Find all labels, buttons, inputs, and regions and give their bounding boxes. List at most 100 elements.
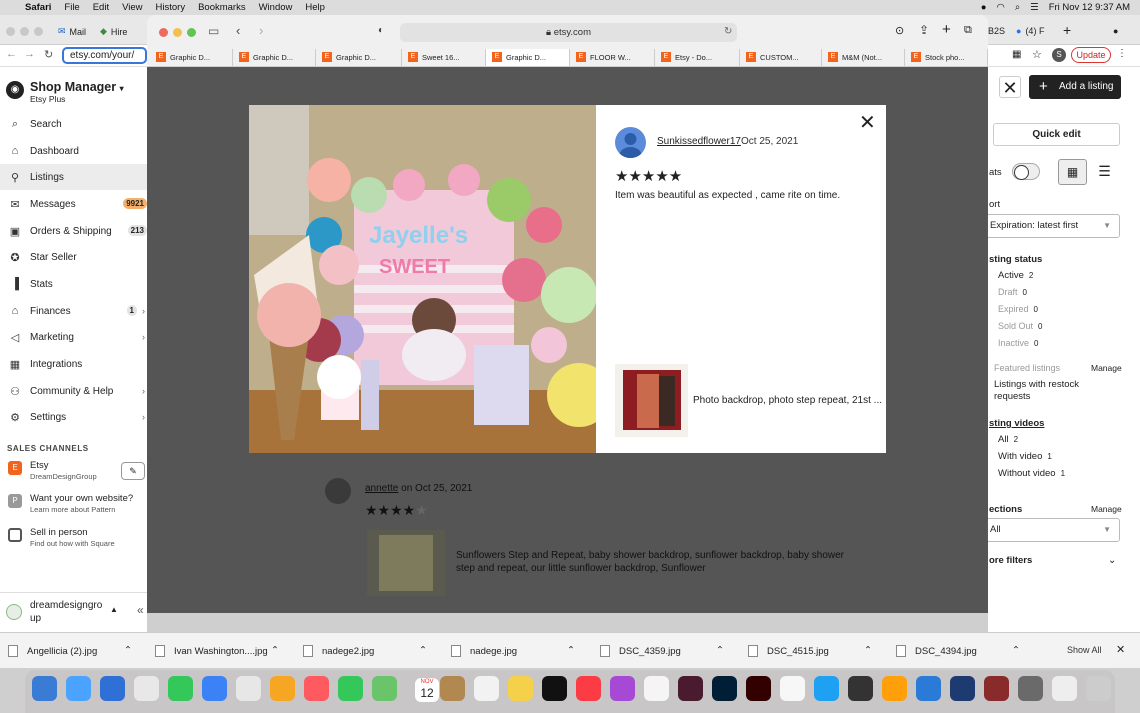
preview-app-icon[interactable] (916, 676, 941, 701)
indesign-app-icon[interactable] (678, 676, 703, 701)
nav-community[interactable]: ⚇ Community & Help › (0, 378, 147, 404)
messages-app-icon[interactable] (168, 676, 193, 701)
control-center-icon[interactable]: ☰ (1030, 2, 1039, 13)
reviewer-name-link[interactable]: Sunkissedflower17 (657, 136, 741, 147)
chevron-up-icon[interactable]: ⌃ (124, 645, 132, 656)
chrome-app-icon[interactable] (134, 676, 159, 701)
back-window-controls[interactable] (6, 27, 43, 36)
nav-star-seller[interactable]: ✪ Star Seller (0, 244, 147, 270)
download-item[interactable]: Ivan Washington....jpg (155, 645, 268, 657)
back-tab-menu-icon[interactable]: ● (1113, 26, 1118, 36)
menu-history[interactable]: History (156, 2, 186, 13)
nav-orders[interactable]: ▣ Orders & Shipping 213 (0, 218, 147, 244)
system-preferences-app-icon[interactable] (848, 676, 873, 701)
menu-file[interactable]: File (64, 2, 79, 13)
nav-settings[interactable]: ⚙ Settings › (0, 404, 147, 430)
download-item[interactable]: Angellicia (2).jpg (8, 645, 97, 657)
front-url-field[interactable]: 🔒︎ etsy.com (400, 23, 737, 42)
numbers-app-icon[interactable] (338, 676, 363, 701)
front-tab-2[interactable]: E Graphic D... (233, 49, 316, 66)
back-tab-hire[interactable]: ◆ Hire (100, 26, 127, 37)
nav-dashboard[interactable]: ⌂ Dashboard (0, 138, 147, 164)
back-url-field[interactable]: etsy.com/your/ (62, 47, 147, 64)
chevron-up-icon[interactable]: ⌃ (567, 645, 575, 656)
new-tab-button[interactable]: + (1063, 22, 1071, 38)
download-item[interactable]: DSC_4515.jpg (748, 645, 829, 657)
chevron-up-icon[interactable]: ⌃ (1012, 645, 1020, 656)
videos-without-video[interactable]: Without video 1 (998, 468, 1065, 479)
collapse-sidebar-button[interactable]: « (137, 603, 144, 617)
nav-integrations[interactable]: ▦ Integrations (0, 351, 147, 377)
forward-arrow-icon[interactable]: › (259, 23, 263, 38)
finder-app-icon[interactable] (32, 676, 57, 701)
quick-edit-button[interactable]: Quick edit (993, 123, 1120, 146)
back-arrow-icon[interactable]: ‹ (236, 23, 240, 38)
front-tab-8[interactable]: E CUSTOM... (740, 49, 822, 66)
stats-toggle[interactable] (1012, 163, 1040, 180)
wallet-app-icon[interactable] (372, 676, 397, 701)
window-close-button[interactable] (159, 28, 168, 37)
reviewer-name-link[interactable]: annette (365, 483, 398, 494)
acrobat-app-icon[interactable] (984, 676, 1009, 701)
list-view-button[interactable]: ☰ (1090, 159, 1119, 185)
nav-marketing[interactable]: ◁ Marketing › (0, 324, 147, 350)
front-tab-1[interactable]: E Graphic D... (150, 49, 233, 66)
more-filters-toggle[interactable]: ore filters (989, 555, 1032, 566)
safari-app-icon[interactable] (100, 676, 125, 701)
bookmark-star-icon[interactable]: ☆ (1032, 48, 1042, 61)
contacts-app-icon[interactable] (440, 676, 465, 701)
edit-pencil-icon[interactable]: ✎ (121, 462, 145, 480)
menu-edit[interactable]: Edit (93, 2, 109, 13)
photoshop-app-icon[interactable] (712, 676, 737, 701)
update-button[interactable]: Update (1071, 47, 1111, 63)
photos-app-icon[interactable] (270, 676, 295, 701)
download-item[interactable]: DSC_4359.jpg (600, 645, 681, 657)
front-tab-9[interactable]: E M&M (Not... (822, 49, 905, 66)
status-sold-out[interactable]: Sold Out 0 (998, 321, 1042, 331)
window-zoom-button[interactable] (187, 28, 196, 37)
sort-select[interactable]: Expiration: latest first ▼ (985, 214, 1120, 238)
podcasts-app-icon[interactable] (610, 676, 635, 701)
videos-all[interactable]: All 2 (998, 434, 1018, 445)
grid-view-button[interactable]: ▦ (1058, 159, 1087, 185)
chevron-up-icon[interactable]: ⌃ (716, 645, 724, 656)
more-menu-icon[interactable]: ⋮ (1117, 48, 1127, 59)
notes-app-icon[interactable] (508, 676, 533, 701)
close-modal-button[interactable]: ✕ (859, 110, 876, 135)
listing-title-link[interactable]: Photo backdrop, photo step repeat, 21st … (693, 395, 882, 406)
illustrator-app-icon[interactable] (746, 676, 771, 701)
close-downloads-button[interactable]: ✕ (1116, 643, 1125, 656)
menu-safari[interactable]: Safari (25, 2, 51, 13)
pages-app-icon[interactable] (780, 676, 805, 701)
profile-avatar[interactable]: S (1052, 48, 1066, 62)
window-minimize-button[interactable] (173, 28, 182, 37)
status-expired[interactable]: Expired 0 (998, 304, 1038, 314)
menu-bookmarks[interactable]: Bookmarks (198, 2, 246, 13)
listing-thumbnail[interactable] (367, 530, 445, 596)
documents-app-icon[interactable] (1052, 676, 1077, 701)
apple-tv-app-icon[interactable] (542, 676, 567, 701)
shop-manager-title[interactable]: Shop Manager ▾ (30, 80, 124, 94)
close-icon[interactable]: ✕ (999, 76, 1021, 98)
featured-manage-link[interactable]: Manage (1091, 363, 1122, 373)
back-back-icon[interactable]: ← (6, 48, 17, 60)
files-app-icon[interactable] (1018, 676, 1043, 701)
trash-app-icon[interactable] (1086, 676, 1111, 701)
status-active[interactable]: Active 2 (998, 270, 1033, 281)
new-tab-icon[interactable]: + (942, 21, 951, 38)
front-tab-10[interactable]: E Stock pho... (905, 49, 988, 66)
listing-title-line2[interactable]: step and repeat, our little sunflower ba… (456, 563, 706, 574)
back-forward-icon[interactable]: → (24, 48, 35, 60)
download-item[interactable]: nadege.jpg (451, 645, 517, 657)
news-app-icon[interactable] (644, 676, 669, 701)
reload-icon[interactable]: ↻ (44, 48, 53, 61)
menubar-clock[interactable]: Fri Nov 12 9:37 AM (1049, 2, 1130, 13)
menu-view[interactable]: View (122, 2, 142, 13)
maps-app-icon[interactable] (236, 676, 261, 701)
chevron-up-icon[interactable]: ⌃ (271, 645, 279, 656)
status-inactive[interactable]: Inactive 0 (998, 338, 1038, 348)
nav-stats[interactable]: ▐ Stats (0, 271, 147, 297)
listing-thumbnail[interactable] (615, 364, 688, 437)
share-icon[interactable]: ⇪ (919, 23, 929, 37)
spotlight-icon[interactable]: ⌕ (1015, 2, 1020, 13)
